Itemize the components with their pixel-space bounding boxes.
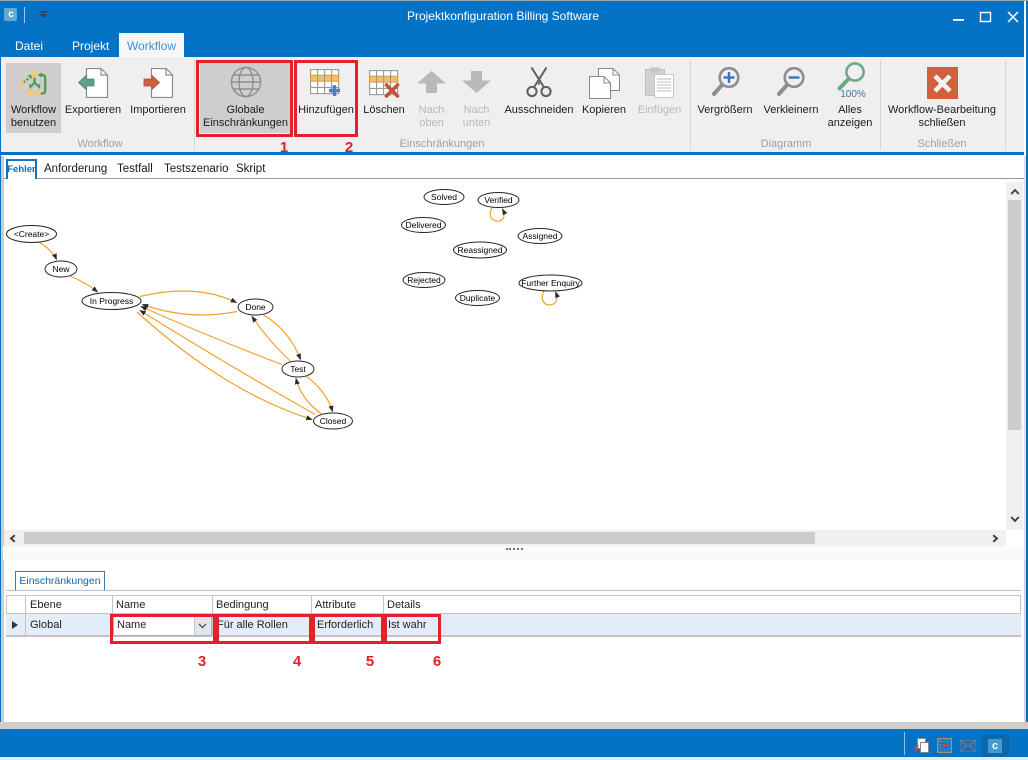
svg-text:Duplicate: Duplicate <box>460 293 496 303</box>
svg-text:Rejected: Rejected <box>407 275 441 285</box>
svg-text:Further Enquiry: Further Enquiry <box>521 278 580 288</box>
svg-text:In Progress: In Progress <box>90 296 133 306</box>
svg-text:Done: Done <box>245 302 266 312</box>
svg-text:Closed: Closed <box>320 416 347 426</box>
svg-text:Solved: Solved <box>431 192 457 202</box>
svg-text:Delivered: Delivered <box>406 220 442 230</box>
svg-text:100%: 100% <box>840 89 866 100</box>
svg-text:Reassigned: Reassigned <box>458 245 503 255</box>
svg-text:<Create>: <Create> <box>14 229 49 239</box>
svg-text:Test: Test <box>290 364 306 374</box>
svg-text:Assigned: Assigned <box>523 231 558 241</box>
svg-text:Verified: Verified <box>484 195 513 205</box>
svg-text:New: New <box>52 264 70 274</box>
